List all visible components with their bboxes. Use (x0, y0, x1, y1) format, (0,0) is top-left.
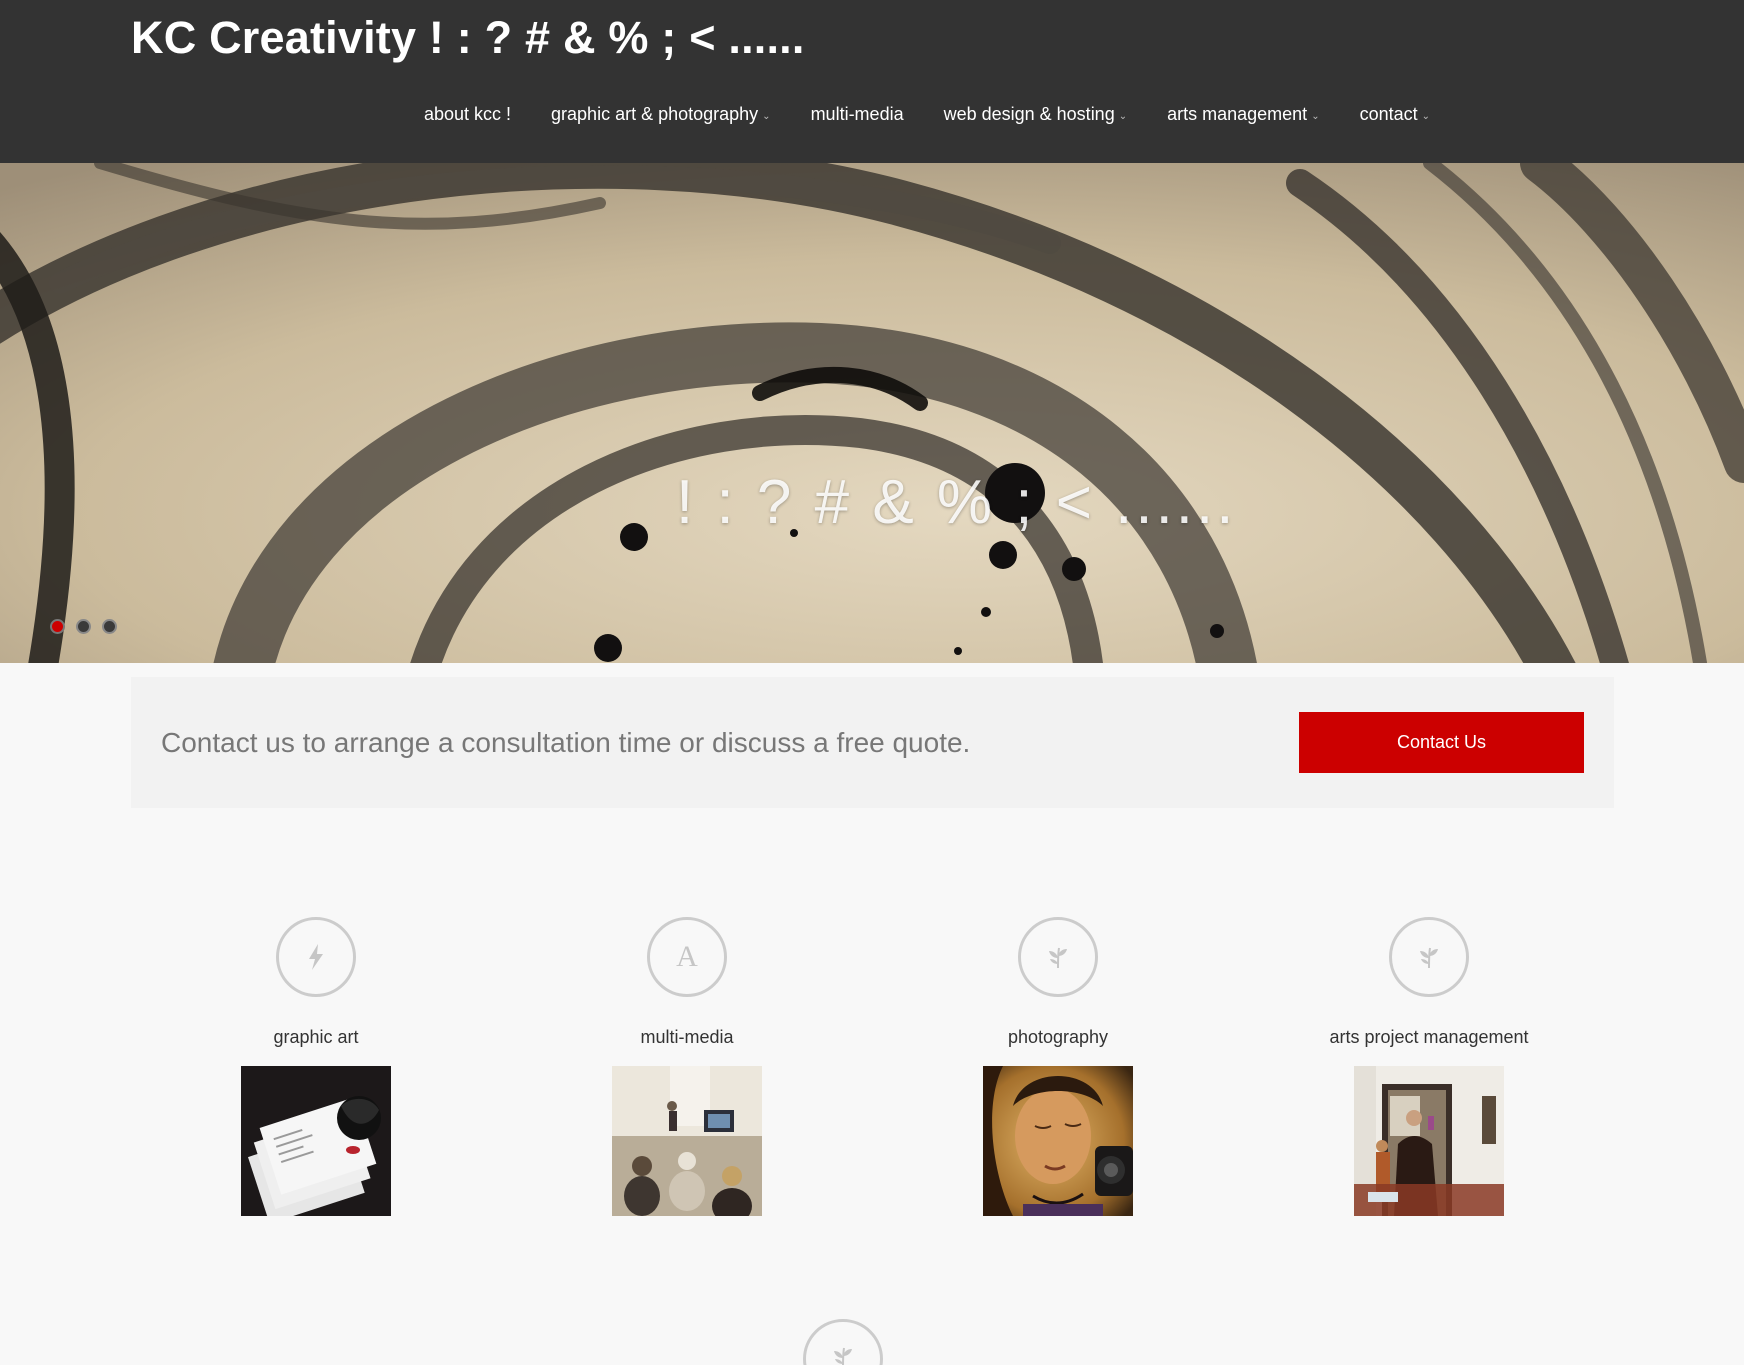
graphic-art-thumbnail[interactable] (241, 1066, 391, 1216)
nav-item-multi-media[interactable]: multi-media (811, 104, 904, 125)
nav-item-arts-management[interactable]: arts management ⌄ (1167, 104, 1319, 125)
nav-item-contact[interactable]: contact ⌄ (1360, 104, 1430, 125)
photography-thumbnail[interactable] (983, 1066, 1133, 1216)
site-title[interactable]: KC Creativity ! : ? # & % ; < ...... (131, 12, 805, 64)
hero-slider[interactable]: ! : ? # & % ; < ...... (0, 163, 1744, 663)
nav-item-label: web design & hosting (943, 104, 1115, 124)
nav-item-label: contact (1359, 104, 1418, 124)
service-multi-media: A multi-media (537, 917, 837, 1216)
letter-a-glyph: A (676, 940, 698, 973)
main-nav: about kcc ! graphic art & photography ⌄ … (0, 104, 1744, 125)
nav-item-label: about kcc ! (423, 104, 512, 124)
chevron-down-icon: ⌄ (1311, 111, 1320, 122)
slider-dot-1[interactable] (50, 619, 65, 634)
chevron-down-icon: ⌄ (762, 111, 771, 122)
hero-image (0, 163, 1744, 663)
letter-a-icon: A (647, 917, 727, 997)
slider-dot-2[interactable] (76, 619, 91, 634)
multi-media-thumbnail[interactable] (612, 1066, 762, 1216)
slider-pagination (50, 619, 128, 634)
leaf-icon (1018, 917, 1098, 997)
nav-item-graphic-art-photography[interactable]: graphic art & photography ⌄ (551, 104, 771, 125)
leaf-icon (803, 1319, 883, 1365)
service-graphic-art: graphic art (166, 917, 466, 1216)
cta-text: Contact us to arrange a consultation tim… (161, 727, 971, 758)
hero-caption: ! : ? # & % ; < ...... (676, 468, 1237, 537)
service-title[interactable]: multi-media (537, 1027, 837, 1048)
nav-item-about[interactable]: about kcc ! (424, 104, 511, 125)
chevron-down-icon: ⌄ (1118, 111, 1128, 122)
service-title[interactable]: photography (908, 1027, 1208, 1048)
nav-item-label: multi-media (810, 104, 904, 124)
nav-item-web-design-hosting[interactable]: web design & hosting ⌄ (944, 104, 1128, 125)
contact-us-button[interactable]: Contact Us (1299, 712, 1584, 773)
nav-item-label: graphic art & photography (551, 104, 759, 124)
bolt-icon (276, 917, 356, 997)
cta-box: Contact us to arrange a consultation tim… (131, 677, 1614, 808)
chevron-down-icon: ⌄ (1421, 111, 1431, 122)
leaf-icon (1389, 917, 1469, 997)
slider-dot-3[interactable] (102, 619, 117, 634)
service-arts-project-management: arts project management (1279, 917, 1579, 1216)
site-header: KC Creativity ! : ? # & % ; < ...... abo… (0, 0, 1744, 163)
nav-item-label: arts management (1167, 104, 1308, 124)
service-title[interactable]: arts project management (1279, 1027, 1579, 1048)
service-title[interactable]: graphic art (166, 1027, 466, 1048)
arts-management-thumbnail[interactable] (1354, 1066, 1504, 1216)
service-photography: photography (908, 917, 1208, 1216)
